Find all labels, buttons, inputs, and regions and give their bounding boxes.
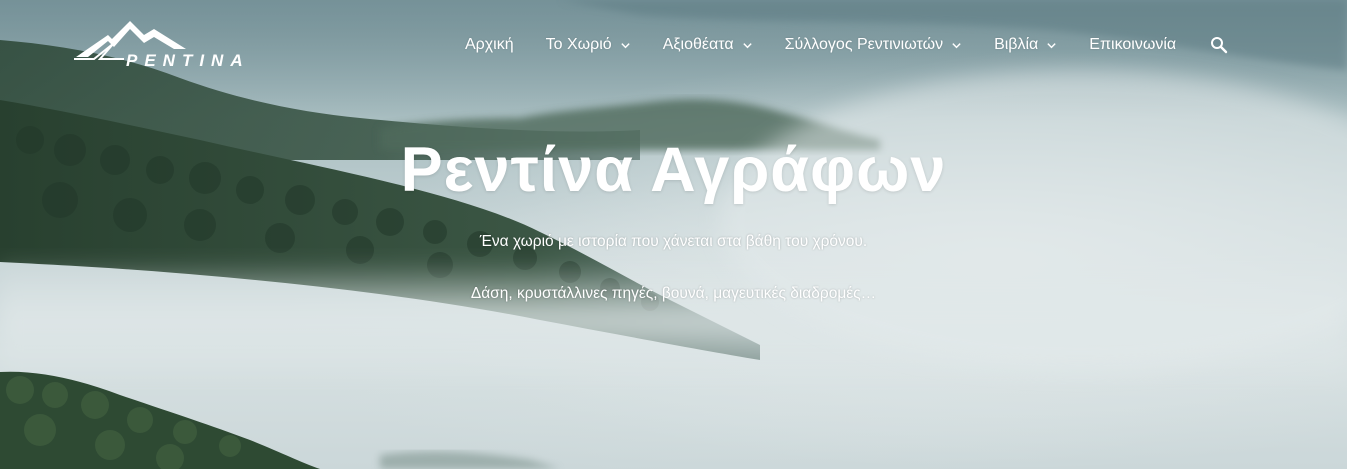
nav-item-label: Το Χωριό xyxy=(545,36,612,53)
nav-item-label: Αρχική xyxy=(465,36,514,53)
main-navigation: Αρχική Το Χωριό Αξιοθέατα Σύλλογος Ρεντι… xyxy=(465,36,1228,54)
hero-section: PENTINA Αρχική Το Χωριό Αξιοθέατα Σύλλογ… xyxy=(0,0,1347,469)
chevron-down-icon xyxy=(621,42,630,48)
hero-subtitle-1: Ένα χωριό με ιστορία που χάνεται στα βάθ… xyxy=(479,233,868,250)
nav-item-village[interactable]: Το Χωριό xyxy=(546,36,631,54)
nav-item-books[interactable]: Βιβλία xyxy=(994,36,1057,54)
logo-text: PENTINA xyxy=(126,51,250,70)
chevron-down-icon xyxy=(742,42,752,48)
nav-item-label: Επικοινωνία xyxy=(1089,36,1177,53)
nav-item-contact[interactable]: Επικοινωνία xyxy=(1089,36,1176,54)
nav-item-label: Βιβλία xyxy=(994,36,1039,53)
nav-item-label: Αξιοθέατα xyxy=(662,36,734,53)
hero-subtitle-2: Δάση, κρυστάλλινες πηγές, βουνά, μαγευτι… xyxy=(470,285,877,302)
chevron-down-icon xyxy=(1047,42,1056,48)
search-icon[interactable] xyxy=(1210,36,1228,54)
site-logo[interactable]: PENTINA xyxy=(74,13,264,73)
nav-item-home[interactable]: Αρχική xyxy=(465,36,514,54)
nav-item-label: Σύλλογος Ρεντινιωτών xyxy=(784,36,944,53)
nav-item-association[interactable]: Σύλλογος Ρεντινιωτών xyxy=(785,36,962,54)
nav-item-sights[interactable]: Αξιοθέατα xyxy=(663,36,753,54)
page-title: Ρεντίνα Αγράφων xyxy=(400,135,947,205)
chevron-down-icon xyxy=(952,42,961,48)
